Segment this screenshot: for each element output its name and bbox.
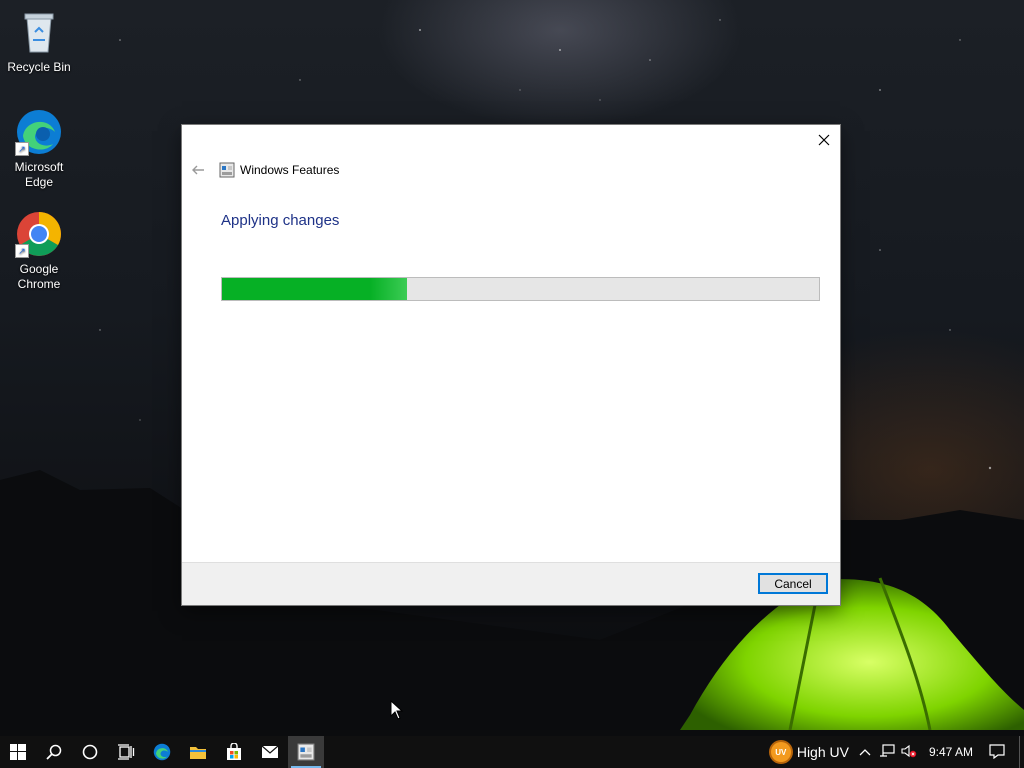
back-button[interactable] xyxy=(190,162,206,178)
close-button[interactable] xyxy=(808,125,840,155)
store-icon xyxy=(227,743,241,760)
taskbar-store-button[interactable] xyxy=(216,736,252,768)
taskbar: UV High UV 9:47 AM xyxy=(0,736,1024,768)
close-icon xyxy=(818,134,830,146)
cortana-icon xyxy=(82,744,98,760)
cortana-button[interactable] xyxy=(72,736,108,768)
task-view-button[interactable] xyxy=(108,736,144,768)
start-icon xyxy=(10,744,26,760)
file-explorer-icon xyxy=(190,747,206,759)
status-heading: Applying changes xyxy=(221,212,340,229)
taskbar-file-explorer-button[interactable] xyxy=(180,736,216,768)
desktop-icon-microsoft-edge[interactable]: ↗ Microsoft Edge xyxy=(3,108,75,190)
shortcut-arrow-icon: ↗ xyxy=(15,244,29,258)
recycle-bin-icon xyxy=(15,8,63,56)
network-button[interactable] xyxy=(879,743,895,761)
show-hidden-icons-button[interactable] xyxy=(859,745,871,760)
uv-sun-icon: UV xyxy=(770,742,791,762)
action-center-button[interactable] xyxy=(989,743,1005,762)
search-button[interactable] xyxy=(36,736,72,768)
desktop-icon-google-chrome[interactable]: ↗ Google Chrome xyxy=(3,210,75,292)
notification-icon xyxy=(989,743,1005,759)
network-icon xyxy=(879,743,895,757)
desktop-icon-recycle-bin[interactable]: Recycle Bin xyxy=(3,8,75,75)
google-chrome-label: Google Chrome xyxy=(17,262,61,291)
taskbar-windows-features-button[interactable] xyxy=(288,736,324,768)
search-icon xyxy=(46,744,62,760)
mouse-cursor-icon xyxy=(390,700,404,720)
chevron-up-icon xyxy=(859,748,871,755)
volume-muted-icon xyxy=(901,744,917,757)
uv-badge-text: UV xyxy=(775,747,787,757)
system-tray: UV High UV 9:47 AM xyxy=(767,736,1024,768)
progress-bar xyxy=(221,277,820,301)
taskbar-edge-button[interactable] xyxy=(144,736,180,768)
dialog-footer: Cancel xyxy=(182,562,840,605)
show-desktop-button[interactable] xyxy=(1019,736,1024,768)
cancel-button[interactable]: Cancel xyxy=(758,573,828,594)
edge-icon xyxy=(153,743,171,761)
windows-features-icon xyxy=(219,162,235,178)
task-view-icon xyxy=(118,744,135,760)
volume-button[interactable] xyxy=(901,744,917,761)
progress-bar-fill xyxy=(222,278,408,300)
dialog-title: Windows Features xyxy=(240,163,340,177)
windows-features-dialog: Windows Features Applying changes Cancel xyxy=(182,125,840,605)
clock[interactable]: 9:47 AM xyxy=(929,745,973,759)
chrome-icon: ↗ xyxy=(15,210,63,258)
microsoft-edge-label: Microsoft Edge xyxy=(14,160,64,189)
weather-widget[interactable]: UV High UV xyxy=(770,742,849,762)
back-arrow-icon xyxy=(192,165,204,175)
shortcut-arrow-icon: ↗ xyxy=(15,142,29,156)
weather-label: High UV xyxy=(796,744,849,760)
edge-icon: ↗ xyxy=(15,108,63,156)
taskbar-mail-button[interactable] xyxy=(252,736,288,768)
mail-icon xyxy=(261,745,279,758)
windows-features-icon xyxy=(297,743,315,761)
start-button[interactable] xyxy=(0,736,36,768)
recycle-bin-label: Recycle Bin xyxy=(7,60,71,74)
